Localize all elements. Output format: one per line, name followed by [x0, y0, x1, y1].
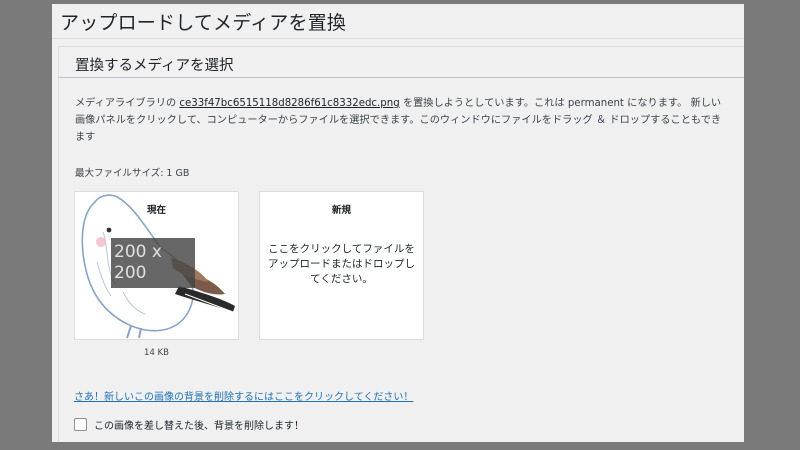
placeholder-line-1: 200 x: [114, 242, 162, 262]
remove-background-option[interactable]: この画像を差し替えた後、背景を削除します！: [74, 417, 304, 432]
description-prefix: メディアライブラリの: [75, 98, 180, 109]
dropzone-text-line-3: てください。: [310, 273, 373, 285]
remove-background-link[interactable]: さあ！新しいこの画像の背景を削除するにはここをクリックしてください！: [74, 388, 413, 403]
section-title: 置換するメディアを選択: [75, 58, 234, 74]
description-middle: を置換しようとしています。これは: [399, 98, 568, 109]
remove-background-checkbox[interactable]: [74, 418, 87, 431]
remove-background-label: この画像を差し替えた後、背景を削除します！: [94, 421, 304, 432]
placeholder-line-2: 200: [114, 263, 147, 283]
current-file-size: 14 KB: [144, 348, 169, 358]
image-size-placeholder: 200 x 200: [111, 238, 195, 288]
current-label: 現在: [146, 205, 166, 216]
replace-media-panel: アップロードしてメディアを置換 置換するメディアを選択 メディアライブラリの c…: [52, 4, 744, 442]
dropzone-instructions: ここをクリックしてファイルを アップロードまたはドロップし てください。: [260, 242, 423, 287]
title-divider: [52, 38, 744, 39]
replace-mode: permanent: [567, 98, 624, 109]
replace-description: メディアライブラリの ce33f47bc6515118d8286f61c8332…: [75, 95, 730, 146]
section-divider: [59, 77, 744, 78]
dropzone-text-line-1: ここをクリックしてファイルを: [268, 243, 415, 255]
page-title: アップロードしてメディアを置換: [60, 12, 347, 34]
max-file-size: 最大ファイルサイズ: 1 GB: [75, 168, 190, 179]
new-label: 新規: [331, 205, 351, 216]
new-image-dropzone[interactable]: 新規 ここをクリックしてファイルを アップロードまたはドロップし てください。: [259, 191, 424, 340]
current-filename: ce33f47bc6515118d8286f61c8332edc.png: [179, 98, 400, 109]
dropzone-text-line-2: アップロードまたはドロップし: [268, 258, 415, 270]
current-image-card: 現在 200 x 200: [74, 191, 239, 340]
